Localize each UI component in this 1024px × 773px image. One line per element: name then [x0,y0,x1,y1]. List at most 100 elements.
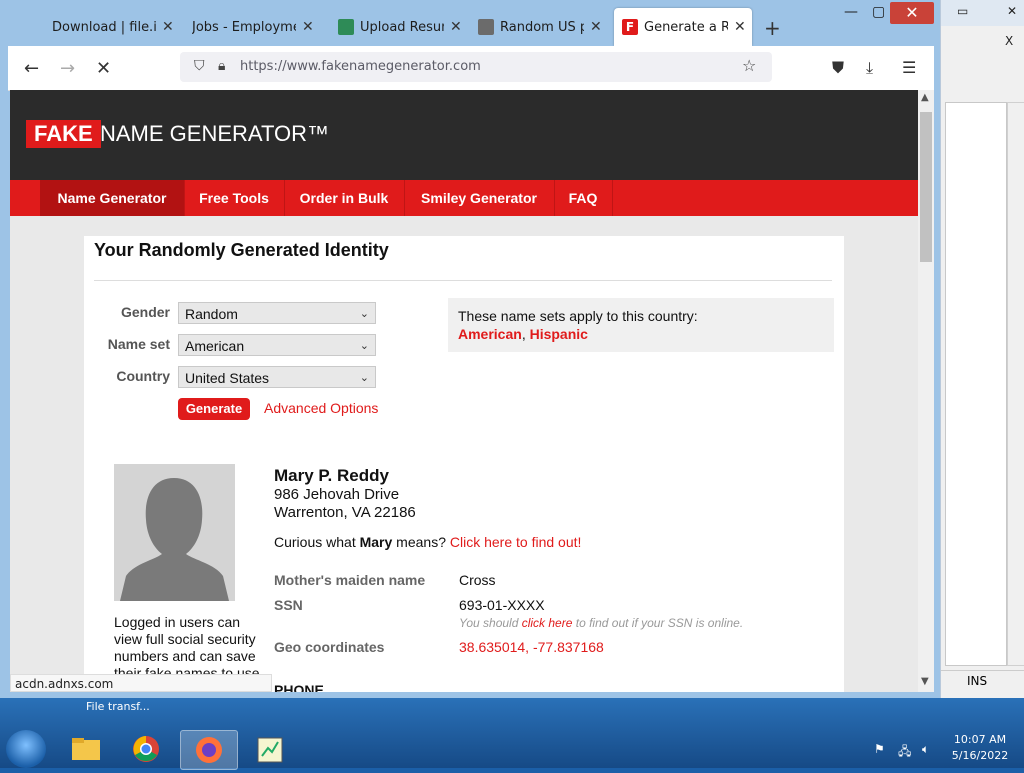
insert-mode-indicator: INS [967,674,988,688]
page-scrollbar[interactable]: ▲ ▼ [918,90,934,692]
folder-icon [72,738,100,760]
browser-toolbar: ← → ✕ ⛉ 🔒︎ https://www.fakenamegenerator… [8,46,934,91]
clock[interactable]: 10:07 AM 5/16/2022 [940,732,1020,764]
geo-label: Geo coordinates [274,639,385,655]
ssn-value: 693-01-XXXX [459,597,545,613]
favicon-icon: F [622,19,638,35]
chevron-down-icon: ⌄ [359,340,369,352]
ssn-check-link[interactable]: click here [522,616,573,630]
tab-upload[interactable]: Upload Resume✕ [338,8,470,46]
identity-street: 986 Jehovah Drive [274,486,400,503]
network-icon[interactable]: 🖧︎ [898,742,911,763]
close-button[interactable]: ✕ [890,2,934,24]
new-tab-icon[interactable]: + [764,16,781,40]
identity-name: Mary P. Reddy [274,466,389,485]
nameset-hispanic-link[interactable]: Hispanic [530,326,588,342]
minimize-button[interactable]: ▭ [957,4,968,18]
phone-heading: PHONE [274,682,324,692]
close-tab-icon[interactable]: ✕ [590,19,602,35]
country-select[interactable]: United States ⌄ [178,366,376,388]
gender-select[interactable]: Random ⌄ [178,302,376,324]
stop-icon[interactable]: ✕ [96,58,111,79]
menu-order-in-bulk[interactable]: Order in Bulk [284,180,405,216]
maiden-name-value: Cross [459,572,496,588]
window-controls: — ▢ ✕ [842,0,940,30]
nameset-select[interactable]: American ⌄ [178,334,376,356]
background-window: ▭ ✕ X INS [940,0,1024,700]
advanced-options-link[interactable]: Advanced Options [264,400,378,416]
download-icon[interactable]: ⤓ [866,58,873,78]
tab-jobs[interactable]: Jobs - Employment✕ [192,8,328,46]
page-title: Your Randomly Generated Identity [94,240,389,260]
taskbar-firefox[interactable] [180,730,238,770]
ssn-label: SSN [274,597,303,613]
chrome-icon [133,736,159,762]
close-icon[interactable]: X [1005,34,1013,48]
file-transfer-label: File transf... [86,700,150,713]
tab-download[interactable]: Download | file.io ✕ [52,8,182,46]
page-viewport[interactable]: FAKE NAME GENERATOR™ Name Generator Free… [10,90,918,692]
document-area[interactable] [945,102,1007,666]
menu-icon[interactable]: ☰ [902,58,916,77]
curious-text: Curious what Mary means? Click here to f… [274,534,582,550]
close-tab-icon[interactable]: ✕ [450,19,462,35]
logo-text[interactable]: NAME GENERATOR™ [100,121,329,147]
person-silhouette-icon [120,478,229,601]
menu-name-generator[interactable]: Name Generator [40,180,185,216]
namesets-note: These name sets apply to this country: [458,308,698,324]
ssn-note: You should click here to find out if you… [459,616,744,630]
close-tab-icon[interactable]: ✕ [734,19,746,35]
favicon-icon [338,19,354,35]
address-bar[interactable]: ⛉ 🔒︎ https://www.fakenamegenerator.com ☆ [180,52,772,82]
scroll-down-icon[interactable]: ▼ [921,676,929,687]
name-meaning-link[interactable]: Click here to find out! [450,534,582,550]
volume-icon[interactable]: 🔈︎ [922,742,929,757]
avatar [114,464,235,601]
shield-icon[interactable]: ⛉ [194,58,205,74]
pocket-icon[interactable]: ⛊ [832,58,844,78]
menu-free-tools[interactable]: Free Tools [184,180,285,216]
gender-label: Gender [120,304,170,320]
nameset-label: Name set [107,336,170,352]
close-button[interactable]: ✕ [1007,4,1017,18]
divider [94,280,832,281]
namesets-list: American, Hispanic [458,326,588,342]
generate-button[interactable]: Generate [178,398,250,420]
flag-icon[interactable]: ⚑ [874,742,885,756]
favicon-icon [478,19,494,35]
menu-faq[interactable]: FAQ [554,180,613,216]
start-button[interactable] [6,730,46,768]
firefox-icon [196,737,222,763]
star-icon[interactable]: ☆ [742,56,756,75]
taskbar-explorer[interactable] [58,730,114,768]
url-text[interactable]: https://www.fakenamegenerator.com [240,59,481,74]
taskbar-chrome[interactable] [118,730,174,768]
identity-card: Your Randomly Generated Identity Gender … [84,236,844,692]
site-header: FAKE NAME GENERATOR™ [10,90,918,180]
scrollbar-thumb[interactable] [920,112,932,262]
main-menu: Name Generator Free Tools Order in Bulk … [10,180,918,216]
close-tab-icon[interactable]: ✕ [302,19,314,35]
tab-random-phone[interactable]: Random US pho✕ [478,8,610,46]
notepad-icon [257,737,283,763]
scroll-up-icon[interactable]: ▲ [921,92,929,103]
minimize-button[interactable]: — [844,4,858,20]
country-label: Country [116,368,170,384]
maximize-button[interactable]: ▢ [872,4,885,20]
chevron-down-icon: ⌄ [359,372,369,384]
forward-icon[interactable]: → [60,58,75,79]
maiden-name-label: Mother's maiden name [274,572,426,588]
identity-city: Warrenton, VA 22186 [274,504,416,521]
tab-generate[interactable]: F Generate a Rand✕ [614,8,752,46]
menu-smiley-generator[interactable]: Smiley Generator [404,180,555,216]
link-status-bar: acdn.adnxs.com [10,674,272,692]
scrollbar[interactable] [1007,102,1024,666]
taskbar-app[interactable] [242,730,298,768]
close-tab-icon[interactable]: ✕ [162,19,174,35]
nameset-american-link[interactable]: American [458,326,522,342]
logo[interactable]: FAKE [26,120,101,148]
geo-value-link[interactable]: 38.635014, -77.837168 [459,639,604,655]
lock-icon[interactable]: 🔒︎ [218,58,225,74]
back-icon[interactable]: ← [24,58,39,79]
namesets-box: These name sets apply to this country: A… [448,298,834,352]
